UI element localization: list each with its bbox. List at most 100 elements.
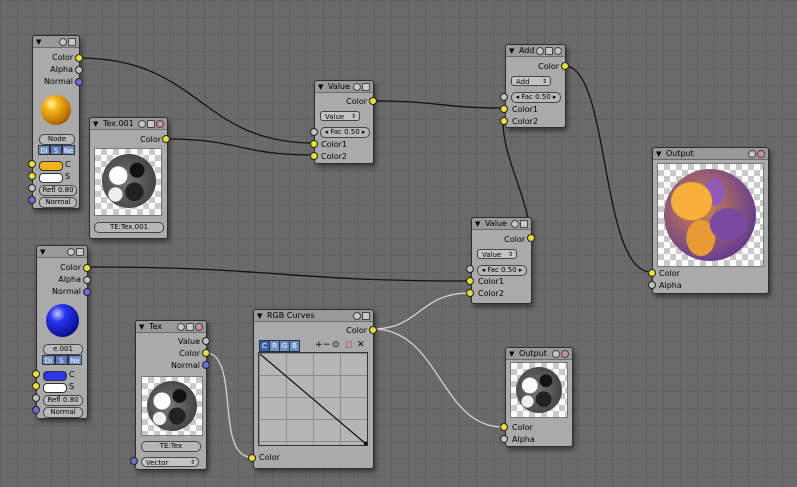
menu-icon[interactable] [520, 220, 528, 228]
material-node-1[interactable]: ▼ Color Alpha Normal Node Di S Ne C S Re… [32, 35, 80, 209]
specular-color-swatch[interactable] [39, 173, 63, 183]
curve-editor[interactable] [258, 352, 368, 446]
preview-toggle-icon[interactable] [757, 150, 765, 158]
factor-slider[interactable]: ◂ Fac 0.50 ▸ [477, 265, 527, 276]
node-header[interactable]: ▼ Output [506, 348, 572, 360]
collapse-triangle-icon[interactable]: ▼ [475, 220, 480, 228]
tex001-color-out-socket[interactable] [162, 135, 170, 143]
node-header[interactable]: ▼ RGB Curves [254, 310, 373, 322]
texture-datablock-field[interactable]: TE:Tex.001 [94, 222, 164, 233]
value1-color2-in-socket[interactable] [310, 152, 318, 160]
add-color2-in-socket[interactable] [500, 117, 508, 125]
output-node-1[interactable]: ▼ Output Color Alpha [652, 147, 769, 294]
plus-icon[interactable] [536, 47, 544, 55]
add-fac-in-socket[interactable] [500, 93, 508, 101]
collapse-triangle-icon[interactable]: ▼ [36, 38, 41, 46]
menu-icon[interactable] [76, 248, 84, 256]
add-color-out-socket[interactable] [561, 62, 569, 70]
node-datablock-field[interactable]: Node [39, 134, 75, 145]
collapse-triangle-icon[interactable]: ▼ [139, 323, 144, 331]
output2-alpha-in-socket[interactable] [500, 435, 508, 443]
normal-input-field[interactable]: Normal [39, 197, 77, 208]
plus-icon[interactable] [748, 150, 756, 158]
preview-toggle-icon[interactable] [561, 350, 569, 358]
value1-color-out-socket[interactable] [369, 97, 377, 105]
node-datablock-field[interactable]: e.001 [43, 344, 83, 355]
normal-input-field[interactable]: Normal [43, 407, 83, 418]
material-node-2[interactable]: ▼ Color Alpha Normal e.001 Di S Ne C S R… [36, 245, 88, 419]
rgb-curves-node[interactable]: ▼ RGB Curves Color C R G B + − ⊙ ◻ ✕ Col… [253, 309, 374, 469]
tab-diffuse[interactable]: Di [38, 145, 50, 155]
tex-value-out-socket[interactable] [202, 337, 210, 345]
vector-input-field[interactable]: Vector [141, 457, 199, 468]
clip-icon[interactable]: ◻ [345, 340, 352, 350]
menu-icon[interactable] [545, 47, 553, 55]
reflectivity-slider[interactable]: Refl 0.80 [39, 185, 77, 196]
texture-node-tex[interactable]: ▼ Tex Value Color Normal TE:Tex Vector [135, 320, 207, 470]
preview-toggle-icon[interactable] [195, 323, 203, 331]
factor-slider[interactable]: ◂ Fac 0.50 ▸ [320, 127, 370, 138]
collapse-triangle-icon[interactable]: ▼ [318, 83, 323, 91]
output1-color-in-socket[interactable] [648, 269, 656, 277]
node-header[interactable]: ▼ [33, 36, 79, 48]
menu-icon[interactable] [68, 38, 76, 46]
plus-icon[interactable] [353, 312, 361, 320]
mat2-color-in-socket[interactable] [32, 370, 40, 378]
menu-icon[interactable] [147, 120, 155, 128]
tab-specular[interactable]: S [55, 355, 68, 365]
zoom-in-icon[interactable]: + [315, 340, 323, 350]
output1-alpha-in-socket[interactable] [648, 281, 656, 289]
mat2-refl-in-socket[interactable] [32, 394, 40, 402]
menu-icon[interactable] [362, 83, 370, 91]
mat1-normal-out-socket[interactable] [75, 78, 83, 86]
mix-node-value-2[interactable]: ▼ Value Color Value ◂ Fac 0.50 ▸ Color1 … [471, 217, 532, 304]
mat1-alpha-out-socket[interactable] [75, 66, 83, 74]
blend-mode-select[interactable]: Value [320, 111, 360, 122]
blend-mode-select[interactable]: Value [477, 249, 517, 260]
mat2-normal-in-socket[interactable] [32, 406, 40, 414]
plus-icon[interactable] [67, 248, 75, 256]
output-node-2[interactable]: ▼ Output Color Alpha [505, 347, 573, 447]
hide-icon[interactable] [554, 47, 562, 55]
zoom-out-icon[interactable]: − [323, 340, 331, 350]
tex-vector-in-socket[interactable] [130, 457, 138, 465]
mat1-color-in-socket[interactable] [28, 160, 36, 168]
tex-normal-out-socket[interactable] [202, 361, 210, 369]
reset-icon[interactable]: ✕ [357, 340, 365, 350]
value2-fac-in-socket[interactable] [466, 265, 474, 273]
output2-color-in-socket[interactable] [500, 423, 508, 431]
mix-node-add[interactable]: ▼ Add Color Add ◂ Fac 0.50 ▸ Color1 Colo… [505, 44, 566, 128]
plus-icon[interactable] [353, 83, 361, 91]
collapse-triangle-icon[interactable]: ▼ [40, 248, 45, 256]
tab-diffuse[interactable]: Di [42, 355, 55, 365]
value2-color1-in-socket[interactable] [466, 277, 474, 285]
plus-icon[interactable] [552, 350, 560, 358]
diffuse-color-swatch[interactable] [43, 371, 67, 381]
blend-mode-select[interactable]: Add [511, 76, 551, 87]
node-header[interactable]: ▼ Value [472, 218, 531, 230]
plus-icon[interactable] [177, 323, 185, 331]
preview-toggle-icon[interactable] [156, 120, 164, 128]
mix-node-value-1[interactable]: ▼ Value Color Value ◂ Fac 0.50 ▸ Color1 … [314, 80, 374, 164]
node-header[interactable]: ▼ Tex [136, 321, 206, 333]
mat1-color-out-socket[interactable] [75, 54, 83, 62]
collapse-triangle-icon[interactable]: ▼ [257, 312, 262, 320]
diffuse-color-swatch[interactable] [39, 161, 63, 171]
menu-icon[interactable] [362, 312, 370, 320]
tab-normal[interactable]: Ne [62, 145, 75, 155]
mat2-alpha-out-socket[interactable] [83, 276, 91, 284]
node-header[interactable]: ▼ Add [506, 45, 565, 57]
collapse-triangle-icon[interactable]: ▼ [509, 350, 514, 358]
collapse-triangle-icon[interactable]: ▼ [93, 120, 98, 128]
node-header[interactable]: ▼ [37, 246, 87, 258]
collapse-triangle-icon[interactable]: ▼ [656, 150, 661, 158]
mat1-spec-in-socket[interactable] [28, 172, 36, 180]
factor-slider[interactable]: ◂ Fac 0.50 ▸ [511, 92, 561, 103]
specular-color-swatch[interactable] [43, 383, 67, 393]
mat1-refl-in-socket[interactable] [28, 184, 36, 192]
tab-specular[interactable]: S [50, 145, 62, 155]
mat2-spec-in-socket[interactable] [32, 382, 40, 390]
value2-color2-in-socket[interactable] [466, 289, 474, 297]
texture-node-tex001[interactable]: ▼ Tex.001 Color TE:Tex.001 [89, 117, 168, 239]
add-color1-in-socket[interactable] [500, 105, 508, 113]
